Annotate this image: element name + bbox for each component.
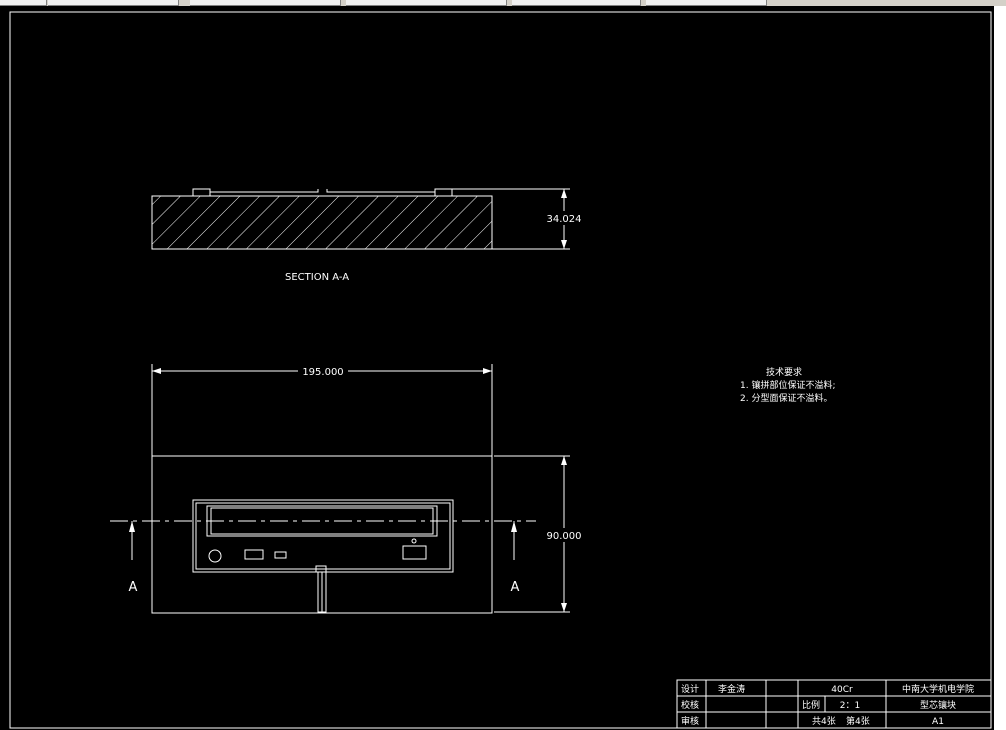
dim-width-label: 195.000 <box>302 367 343 378</box>
cut-letter-left: A <box>129 580 138 595</box>
cad-drawing-canvas[interactable]: 34.024 SECTION A-A 195.000 90.000 A A 技术… <box>0 0 1006 730</box>
dim-arrow <box>561 240 567 249</box>
dim-thickness-label: 34.024 <box>547 214 582 225</box>
design-label: 设计 <box>681 683 699 695</box>
section-insert-profile <box>209 189 319 193</box>
title-block-text: 设计 李金涛 校核 审核 40Cr 中南大学机电学院 比例 2：1 型芯镶块 共… <box>681 683 974 727</box>
dim-height-label: 90.000 <box>547 531 582 542</box>
cut-letter-right: A <box>511 580 520 595</box>
section-label: SECTION A-A <box>285 272 349 283</box>
section-top-profile <box>152 188 492 197</box>
scale-value: 2：1 <box>840 701 860 711</box>
dim-arrow <box>561 456 567 465</box>
scale-label: 比例 <box>802 699 820 711</box>
insert-rect-feature <box>274 551 287 559</box>
section-hatch-body <box>151 195 493 250</box>
check-label: 校核 <box>681 699 699 711</box>
part-name: 型芯镶块 <box>920 699 956 711</box>
notes-line: 2. 分型面保证不溢料。 <box>740 392 832 404</box>
designer-name: 李金涛 <box>718 683 745 695</box>
section-view: 34.024 SECTION A-A <box>151 188 584 283</box>
cut-arrow-head <box>129 521 135 532</box>
notes-line: 1. 镶拼部位保证不溢料; <box>740 379 835 391</box>
sheet-total: 共4张 <box>812 716 836 727</box>
plan-view: 195.000 90.000 A A <box>110 364 586 614</box>
school-name: 中南大学机电学院 <box>902 683 974 695</box>
dim-arrow <box>561 189 567 198</box>
sheet-number: 第4张 <box>846 715 870 727</box>
section-insert-profile <box>326 189 436 193</box>
insert-rect-feature <box>402 545 427 560</box>
dim-arrow <box>561 603 567 612</box>
insert-small-hole <box>411 538 417 544</box>
insert-hole <box>208 549 222 563</box>
insert-rect-feature <box>244 549 264 560</box>
technical-notes: 技术要求 1. 镶拼部位保证不溢料; 2. 分型面保证不溢料。 <box>740 366 835 404</box>
material: 40Cr <box>831 685 853 695</box>
paper-size: A1 <box>932 717 944 727</box>
cut-arrow-head <box>511 521 517 532</box>
dim-arrow <box>483 368 492 374</box>
dim-arrow <box>152 368 161 374</box>
review-label: 审核 <box>681 715 699 727</box>
notes-title: 技术要求 <box>766 366 802 378</box>
